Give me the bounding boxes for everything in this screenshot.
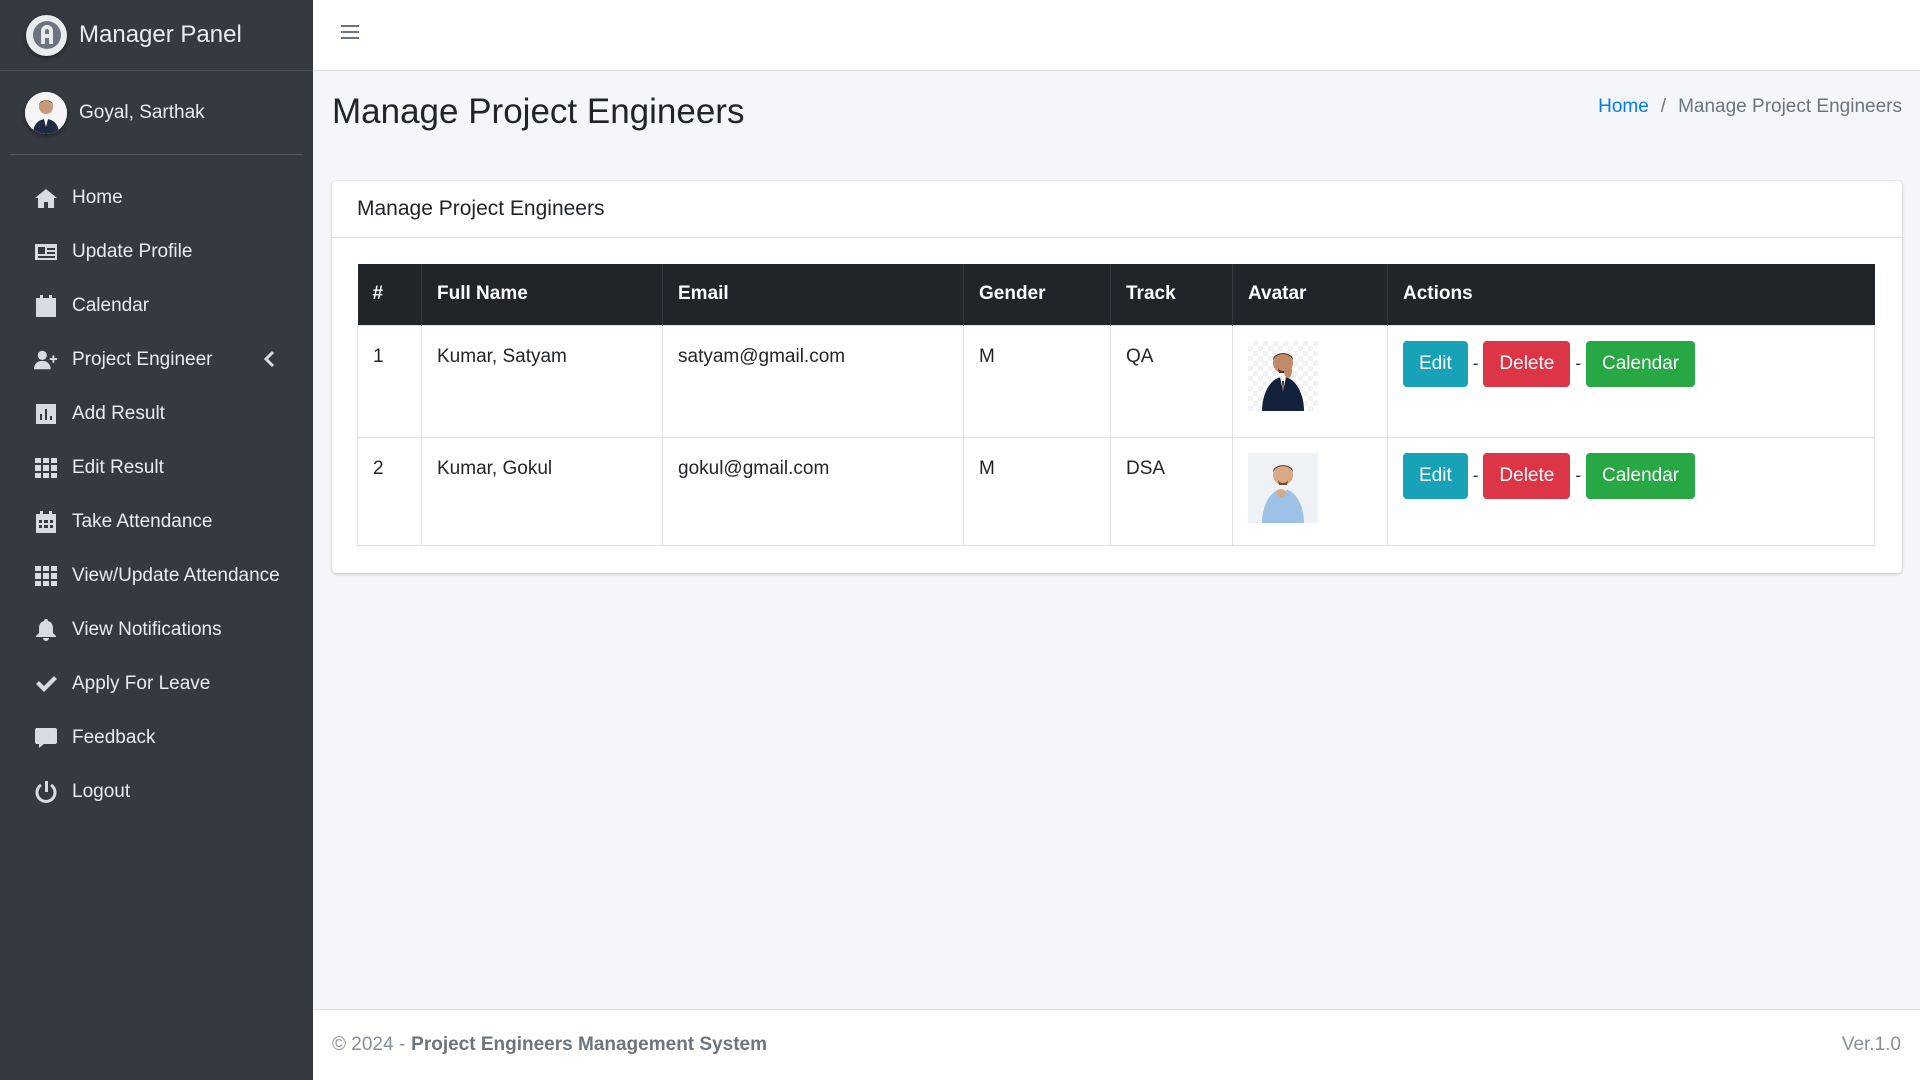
sidebar-item-feedback[interactable]: Feedback	[10, 711, 303, 765]
sidebar-item-label: Take Attendance	[72, 511, 213, 532]
sidebar-item-view-update-attendance[interactable]: View/Update Attendance	[10, 549, 303, 603]
comment-icon	[34, 726, 58, 750]
user-name[interactable]: Goyal, Sarthak	[79, 102, 205, 124]
column-header-gender[interactable]: Gender	[963, 264, 1111, 325]
sidebar: Manager Panel Goyal, Sarthak Home Update…	[0, 0, 313, 1080]
calendar-grid-icon	[34, 510, 58, 534]
delete-button[interactable]: Delete	[1483, 452, 1571, 499]
engineer-avatar	[1248, 340, 1318, 411]
brand-title: Manager Panel	[79, 21, 242, 48]
breadcrumb-separator: /	[1660, 96, 1667, 117]
brand-link[interactable]: Manager Panel	[0, 0, 313, 71]
action-separator: -	[1575, 465, 1582, 485]
footer-version: Ver.1.0	[1841, 1034, 1901, 1055]
footer-system-name[interactable]: Project Engineers Management System	[411, 1034, 767, 1056]
bell-icon	[34, 618, 58, 642]
power-icon	[34, 780, 58, 804]
calendar-icon	[34, 294, 58, 318]
delete-button[interactable]: Delete	[1483, 340, 1571, 387]
cell-full-name: Kumar, Satyam	[421, 324, 663, 438]
sidebar-item-apply-for-leave[interactable]: Apply For Leave	[10, 657, 303, 711]
table-header-row: # Full Name Email Gender Track Avatar Ac…	[357, 264, 1875, 325]
sidebar-item-label: View Notifications	[72, 619, 222, 640]
home-icon	[34, 186, 58, 210]
sidebar-item-label: Logout	[72, 781, 131, 802]
column-header-full-name[interactable]: Full Name	[421, 264, 663, 325]
user-panel[interactable]: Goyal, Sarthak	[10, 71, 303, 155]
chevron-left-icon[interactable]	[263, 350, 275, 374]
user-avatar	[25, 91, 67, 134]
cell-track: DSA	[1110, 436, 1233, 546]
sidebar-item-update-profile[interactable]: Update Profile	[10, 225, 303, 279]
grid-icon	[34, 564, 58, 588]
cell-track: QA	[1110, 324, 1233, 438]
column-header-index[interactable]: #	[357, 264, 422, 325]
cell-email: gokul@gmail.com	[662, 436, 964, 546]
cell-index: 2	[357, 436, 422, 546]
brand-logo-icon	[26, 14, 67, 56]
sidebar-item-edit-result[interactable]: Edit Result	[10, 441, 303, 495]
cell-avatar	[1232, 436, 1388, 546]
sidebar-item-logout[interactable]: Logout	[10, 765, 303, 819]
cell-gender: M	[963, 324, 1111, 438]
edit-button[interactable]: Edit	[1403, 452, 1468, 499]
cell-actions: Edit - Delete - Calendar	[1387, 436, 1875, 546]
breadcrumb-home-link[interactable]: Home	[1598, 96, 1649, 118]
card-body: # Full Name Email Gender Track Avatar Ac…	[332, 238, 1902, 572]
cell-index: 1	[357, 324, 422, 438]
sidebar-item-label: Update Profile	[72, 241, 193, 262]
column-header-track[interactable]: Track	[1110, 264, 1233, 325]
table-row: 2 Kumar, Gokul gokul@gmail.com M DSA Edi…	[357, 436, 1875, 546]
engineers-card: Manage Project Engineers # Full Name Ema…	[332, 181, 1902, 573]
action-separator: -	[1472, 465, 1479, 485]
calendar-button[interactable]: Calendar	[1586, 452, 1696, 499]
sidebar-item-label: Project Engineer	[72, 349, 213, 370]
sidebar-item-label: Add Result	[72, 403, 165, 424]
sidebar-item-add-result[interactable]: Add Result	[10, 387, 303, 441]
check-icon	[34, 672, 58, 696]
cell-gender: M	[963, 436, 1111, 546]
sidebar-item-label: Home	[72, 187, 123, 208]
user-plus-icon	[34, 348, 58, 372]
engineer-avatar	[1248, 452, 1318, 523]
card-title: Manage Project Engineers	[332, 181, 1902, 238]
grid-icon	[34, 456, 58, 480]
footer-copyright: © 2024 -	[332, 1034, 406, 1055]
action-separator: -	[1575, 353, 1582, 373]
table-row: 1 Kumar, Satyam satyam@gmail.com M QA Ed…	[357, 324, 1875, 438]
action-separator: -	[1472, 353, 1479, 373]
sidebar-item-label: View/Update Attendance	[72, 565, 280, 586]
bar-chart-icon	[34, 402, 58, 426]
id-card-icon	[34, 240, 58, 264]
engineers-table: # Full Name Email Gender Track Avatar Ac…	[357, 264, 1875, 546]
breadcrumb: Home / Manage Project Engineers	[1598, 96, 1902, 118]
sidebar-nav: Home Update Profile Calendar Project Eng…	[0, 171, 313, 819]
column-header-email[interactable]: Email	[662, 264, 964, 325]
sidebar-item-label: Apply For Leave	[72, 673, 211, 694]
edit-button[interactable]: Edit	[1403, 340, 1468, 387]
breadcrumb-current: Manage Project Engineers	[1678, 96, 1902, 117]
cell-email: satyam@gmail.com	[662, 324, 964, 438]
sidebar-item-home[interactable]: Home	[10, 171, 303, 225]
sidebar-item-label: Calendar	[72, 295, 150, 316]
footer: © 2024 - Project Engineers Management Sy…	[313, 1009, 1920, 1080]
sidebar-item-label: Feedback	[72, 727, 156, 748]
hamburger-menu-icon[interactable]	[341, 24, 359, 45]
sidebar-item-calendar[interactable]: Calendar	[10, 279, 303, 333]
column-header-actions[interactable]: Actions	[1388, 264, 1875, 325]
sidebar-item-project-engineer[interactable]: Project Engineer	[10, 333, 303, 387]
cell-avatar	[1232, 324, 1388, 438]
top-navbar	[313, 0, 1920, 71]
sidebar-item-view-notifications[interactable]: View Notifications	[10, 603, 303, 657]
sidebar-item-label: Edit Result	[72, 457, 164, 478]
content-header: Manage Project Engineers Home / Manage P…	[332, 88, 1902, 138]
cell-full-name: Kumar, Gokul	[421, 436, 663, 546]
cell-actions: Edit - Delete - Calendar	[1387, 324, 1875, 438]
column-header-avatar[interactable]: Avatar	[1232, 264, 1388, 325]
calendar-button[interactable]: Calendar	[1586, 340, 1696, 387]
sidebar-item-take-attendance[interactable]: Take Attendance	[10, 495, 303, 549]
